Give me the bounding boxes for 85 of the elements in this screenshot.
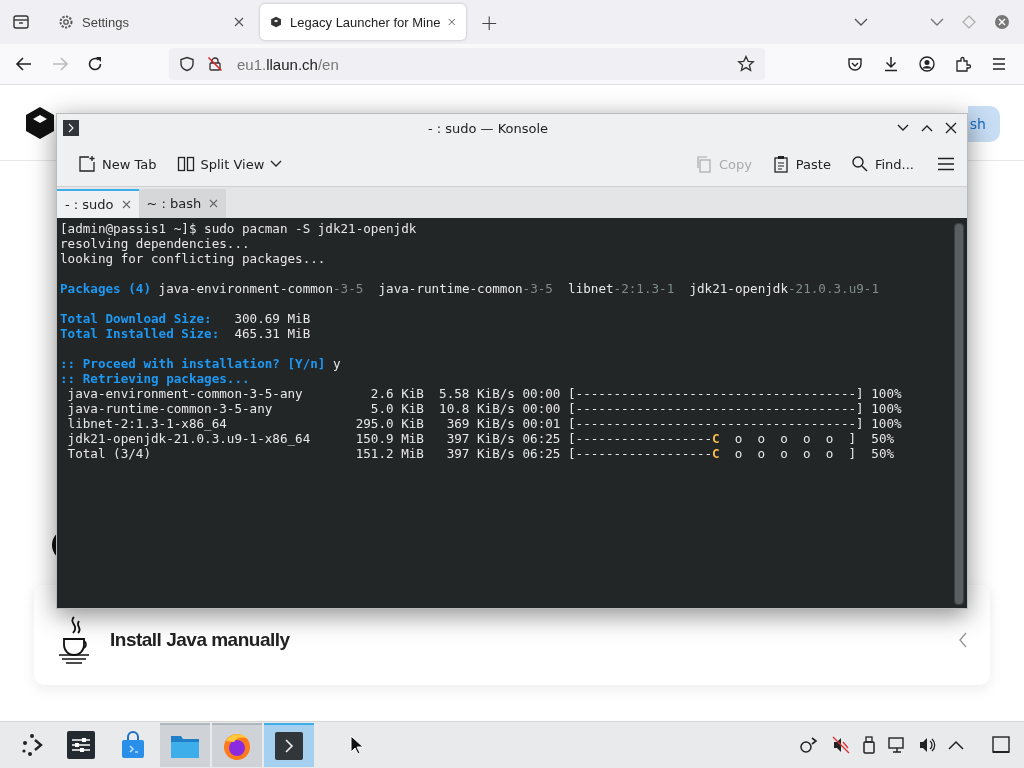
terminal-text: -3-5 [522, 281, 553, 296]
terminal-text: o o o o o ] 50% [733, 446, 895, 461]
terminal-text: jdk21-openjdk-21.0.3.u9-1-x86_64 150.9 MiB 397 KiB/s 06:25 [------------------ [66, 431, 713, 446]
terminal-text: y [331, 356, 341, 371]
minimize-icon[interactable] [897, 124, 909, 132]
menu-icon[interactable] [937, 157, 955, 171]
terminal-icon [275, 732, 303, 760]
terminal-icon [63, 120, 79, 136]
window-title: - : sudo — Konsole [426, 120, 550, 136]
account-icon[interactable] [919, 56, 935, 72]
lock-icon [207, 56, 223, 72]
toolbar-button[interactable]: Split View [169, 151, 290, 177]
cube-logo-icon[interactable] [24, 105, 56, 140]
chevron-up-icon[interactable] [948, 740, 964, 750]
terminal-text: jdk21-openjdk [688, 281, 788, 296]
gear-icon [58, 14, 74, 30]
speaker-icon[interactable] [918, 736, 936, 754]
terminal-text: java-environment-common-3-5-any 2.6 KiB 5.58 KiB/s 00:00 [-------------------------------------] 100% [66, 386, 902, 401]
copy-icon [694, 155, 713, 173]
terminal-text: java-runtime-common [377, 281, 523, 296]
sliders-icon [67, 731, 95, 759]
progress-marker: C [712, 431, 720, 446]
taskbar-button[interactable] [264, 723, 314, 767]
terminal-tab[interactable]: ~ : bash [138, 189, 227, 218]
tab-list-icon[interactable] [12, 13, 30, 31]
show-desktop-icon[interactable] [992, 736, 1010, 754]
muted-speaker-icon[interactable] [832, 736, 850, 754]
chevron-left-icon[interactable] [958, 632, 968, 648]
progress-marker: C [712, 446, 720, 461]
back-icon[interactable] [15, 56, 33, 72]
terminal-text: :: Retrieving packages... [60, 371, 250, 386]
toolbar-button[interactable]: Paste [764, 151, 838, 177]
browser-tab[interactable]: Settings [48, 4, 254, 40]
page-button[interactable]: sh [967, 105, 1000, 142]
terminal-text: resolving dependencies... [60, 236, 250, 251]
new-tab-button[interactable]: + [480, 9, 499, 35]
terminal-text: Total (3/4) 151.2 MiB 397 KiB/s 06:25 [------------------ [66, 446, 713, 461]
terminal-text: -2:1.3-1 [613, 281, 675, 296]
search-icon [850, 155, 869, 173]
cursor-icon [350, 735, 364, 755]
menu-icon[interactable] [991, 57, 1007, 71]
usb-drive-icon[interactable] [862, 736, 876, 754]
cube-icon [270, 14, 283, 30]
pocket-icon[interactable] [847, 56, 863, 72]
clipboard-icon [771, 155, 790, 173]
terminal-text: looking for conflicting packages... [60, 251, 326, 266]
terminal-text: Packages (4) [60, 281, 151, 296]
terminal-text: o o o o o ] 50% [733, 431, 895, 446]
puzzle-icon[interactable] [955, 56, 971, 72]
address-bar[interactable]: eu1.llaun.ch/en [169, 48, 765, 80]
terminal-text: Total Download Size: [60, 311, 212, 326]
split-view-icon [176, 155, 195, 173]
toolbar-button[interactable]: Find... [843, 151, 921, 177]
terminal-text: 465.31 MiB [233, 326, 311, 341]
network-icon[interactable] [800, 736, 820, 754]
new-tab-icon [78, 155, 96, 173]
section-title: Install Java manually [110, 629, 290, 651]
download-icon[interactable] [883, 56, 899, 72]
url-text: eu1.llaun.ch/en [237, 55, 339, 73]
monitor-icon[interactable] [888, 736, 906, 754]
terminal-text: -3-5 [333, 281, 364, 296]
toolbar-button[interactable]: New Tab [71, 151, 164, 177]
scrollbar[interactable] [954, 223, 964, 605]
reload-icon[interactable] [87, 56, 103, 72]
caret-icon [270, 160, 283, 168]
shield-icon [179, 56, 195, 72]
folder-icon [170, 733, 200, 759]
star-icon[interactable] [737, 55, 755, 73]
chevron-down-icon[interactable] [930, 17, 944, 27]
close-icon[interactable] [945, 122, 957, 134]
fox-globe-icon [222, 731, 252, 761]
terminal-text: :: Proceed with installation? [Y/n] [60, 356, 326, 371]
terminal-text: Total Installed Size: [60, 326, 220, 341]
terminal-text: libnet-2:1.3-1-x86_64 295.0 KiB 369 KiB/s 00:01 [-------------------------------------] 100% [66, 416, 902, 431]
terminal-text: java-environment-common [157, 281, 333, 296]
terminal-text: -21.0.3.u9-1 [788, 281, 879, 296]
terminal-text: [admin@passis1 ~]$ sudo pacman -S jdk21-openjdk [60, 221, 417, 236]
terminal-tab[interactable]: - : sudo [57, 189, 139, 218]
terminal-text: 300.69 MiB [233, 311, 311, 326]
terminal-text: libnet [567, 281, 614, 296]
terminal-text: java-runtime-common-3-5-any 5.0 KiB 10.8 KiB/s 00:00 [-------------------------------------] 100% [66, 401, 902, 416]
maximize-icon[interactable] [921, 124, 933, 132]
close-icon[interactable] [234, 17, 244, 27]
chevron-down-icon[interactable] [854, 17, 868, 27]
browser-tab[interactable]: Legacy Launcher for Mine [260, 4, 466, 40]
